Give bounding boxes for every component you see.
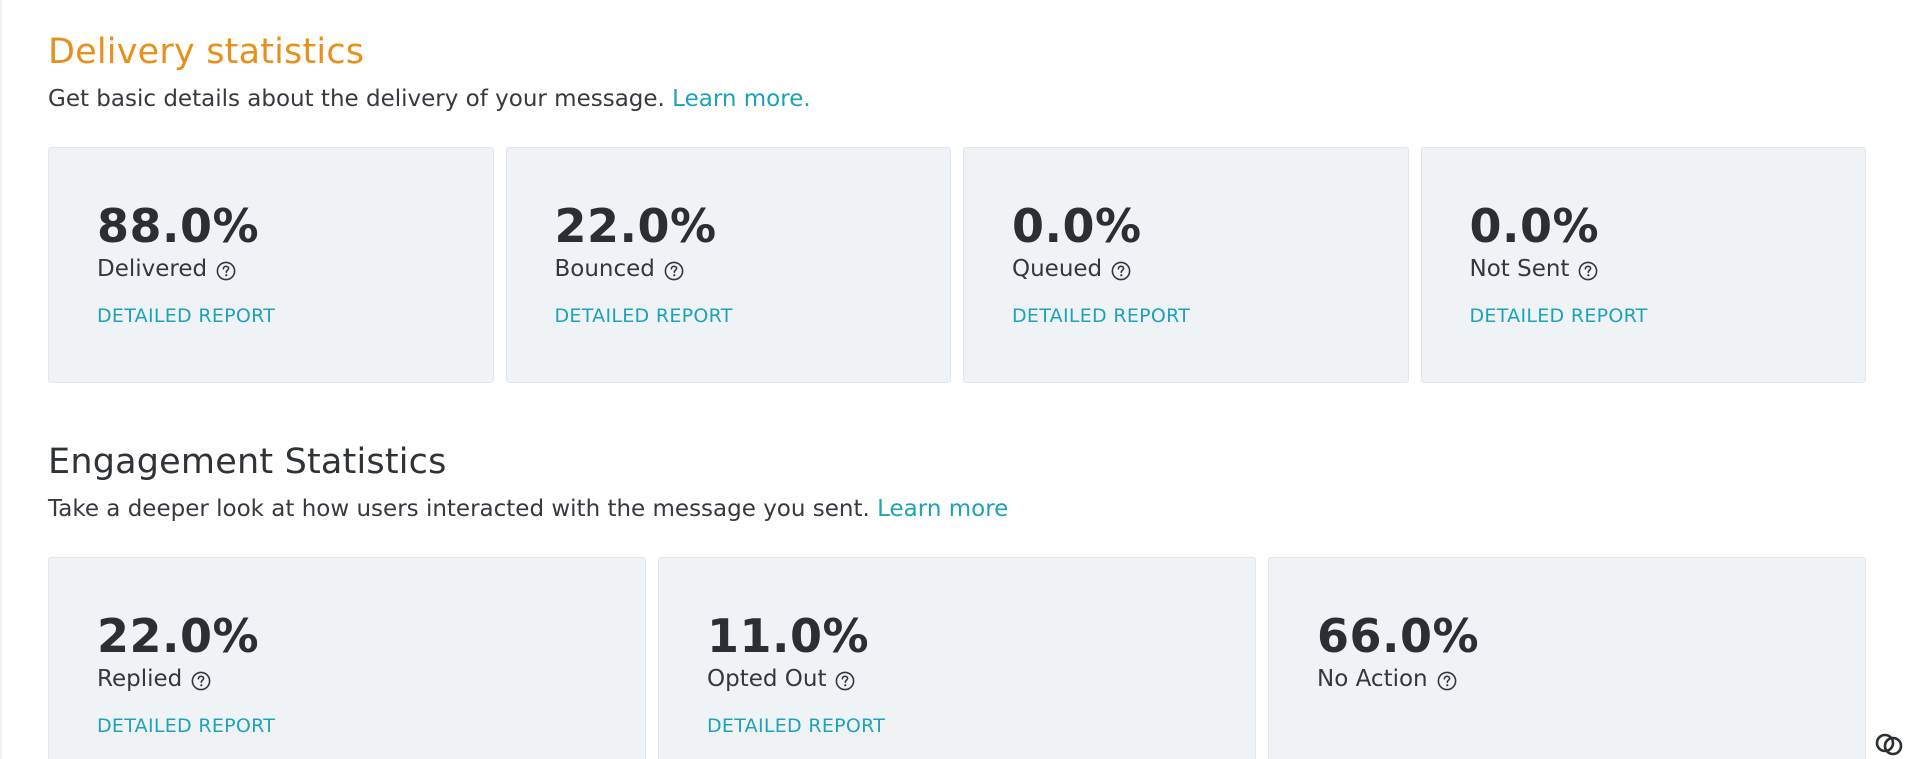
delivery-statistics-description: Get basic details about the delivery of …	[48, 84, 1866, 114]
no-action-value: 66.0%	[1317, 609, 1480, 663]
replied-label-row: Replied	[97, 664, 645, 694]
replied-label: Replied	[97, 666, 183, 692]
engagement-cards: 22.0% Replied DETAILED REPORT 11.0% Opte…	[48, 557, 1866, 759]
bounced-card: 22.0% Bounced DETAILED REPORT	[505, 147, 951, 383]
bounced-label: Bounced	[554, 256, 655, 282]
replied-value: 22.0%	[97, 609, 260, 663]
no-action-card: 66.0% No Action	[1268, 557, 1866, 759]
question-circle-icon[interactable]	[215, 260, 237, 282]
not-sent-value: 0.0%	[1469, 199, 1600, 253]
delivery-cards: 88.0% Delivered DETAILED REPORT 22.0% Bo…	[48, 147, 1866, 383]
bounced-label-row: Bounced	[555, 254, 951, 284]
no-action-label: No Action	[1317, 666, 1428, 692]
queued-detailed-report-link[interactable]: DETAILED REPORT	[1012, 304, 1190, 328]
not-sent-label-row: Not Sent	[1470, 254, 1866, 284]
bounced-value: 22.0%	[554, 199, 717, 253]
opted-out-label-row: Opted Out	[707, 664, 1255, 694]
question-circle-icon[interactable]	[834, 670, 856, 692]
statistics-page: Delivery statistics Get basic details ab…	[0, 0, 1908, 759]
queued-value: 0.0%	[1012, 199, 1142, 253]
not-sent-label: Not Sent	[1469, 256, 1570, 282]
bounced-detailed-report-link[interactable]: DETAILED REPORT	[555, 304, 733, 328]
opted-out-detailed-report-link[interactable]: DETAILED REPORT	[707, 714, 885, 738]
question-circle-icon[interactable]	[190, 670, 212, 692]
delivered-card: 88.0% Delivered DETAILED REPORT	[48, 147, 494, 383]
engagement-description-text: Take a deeper look at how users interact…	[48, 496, 870, 522]
delivered-label: Delivered	[97, 256, 208, 282]
not-sent-detailed-report-link[interactable]: DETAILED REPORT	[1470, 304, 1648, 328]
queued-label: Queued	[1012, 256, 1103, 282]
delivery-learn-more-link[interactable]: Learn more.	[672, 86, 810, 112]
no-action-label-row: No Action	[1317, 664, 1865, 694]
queued-card: 0.0% Queued DETAILED REPORT	[963, 147, 1409, 383]
delivered-detailed-report-link[interactable]: DETAILED REPORT	[97, 304, 275, 328]
opted-out-card: 11.0% Opted Out DETAILED REPORT	[658, 557, 1256, 759]
question-circle-icon[interactable]	[1110, 260, 1132, 282]
delivery-statistics-title: Delivery statistics	[48, 32, 365, 72]
not-sent-card: 0.0% Not Sent DETAILED REPORT	[1420, 147, 1866, 383]
replied-card: 22.0% Replied DETAILED REPORT	[48, 557, 646, 759]
opted-out-value: 11.0%	[707, 609, 870, 663]
opted-out-label: Opted Out	[707, 666, 827, 692]
question-circle-icon[interactable]	[1577, 260, 1599, 282]
chain-link-icon	[1874, 731, 1904, 757]
question-circle-icon[interactable]	[663, 260, 685, 282]
delivery-description-text: Get basic details about the delivery of …	[48, 86, 665, 112]
delivered-label-row: Delivered	[97, 254, 493, 284]
replied-detailed-report-link[interactable]: DETAILED REPORT	[97, 714, 275, 738]
queued-label-row: Queued	[1012, 254, 1408, 284]
engagement-learn-more-link[interactable]: Learn more	[877, 496, 1008, 522]
question-circle-icon[interactable]	[1436, 670, 1458, 692]
engagement-statistics-description: Take a deeper look at how users interact…	[48, 494, 1866, 524]
left-edge-divider	[0, 0, 2, 759]
delivery-statistics-section: Delivery statistics Get basic details ab…	[48, 30, 1866, 383]
delivered-value: 88.0%	[97, 199, 260, 253]
engagement-statistics-section: Engagement Statistics Take a deeper look…	[48, 440, 1866, 759]
engagement-statistics-title: Engagement Statistics	[48, 442, 447, 482]
